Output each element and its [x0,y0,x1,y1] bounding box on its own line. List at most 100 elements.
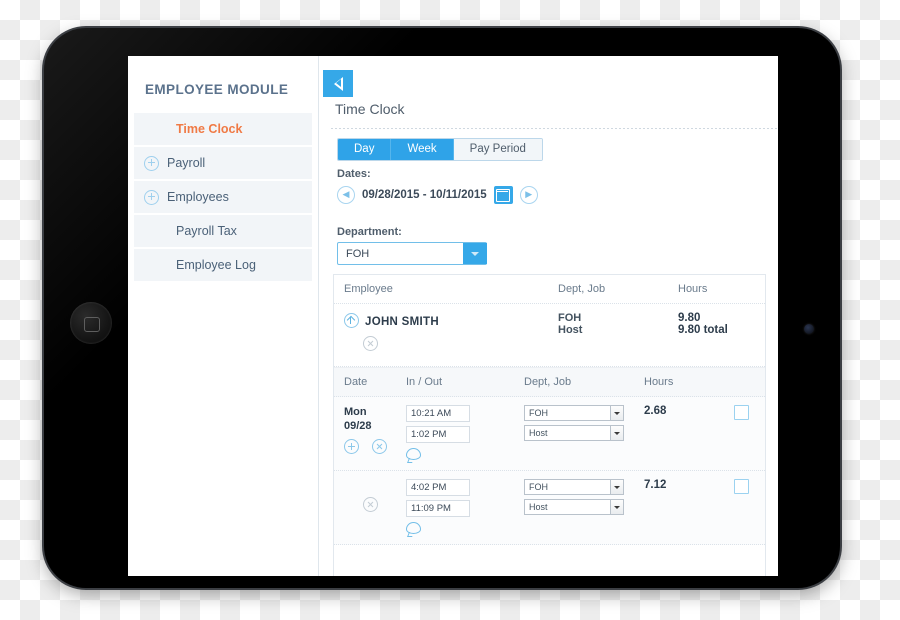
detail-table-header: Date In / Out Dept, Job Hours [334,367,765,397]
sidebar-item-time-clock[interactable]: Time Clock [134,113,312,145]
dates-label: Dates: [337,168,371,180]
sidebar-item-label: Employee Log [176,258,256,272]
job-select[interactable]: Host [524,499,624,515]
checkbox-cell [734,405,765,460]
detail-hours: 7.12 [644,479,667,491]
dept-select[interactable]: FOH [524,479,624,495]
dept-select[interactable]: FOH [524,405,624,421]
calendar-glyph [495,188,511,202]
dept-select-value: FOH [529,482,548,492]
column-header-dept-job: Dept, Job [524,376,572,388]
hours-cell: 9.80 9.80 total [678,312,765,356]
home-button[interactable] [70,302,112,344]
time-clock-table: Employee Dept, Job Hours JOHN SMITH FOH … [333,274,766,576]
caret-glyph [614,431,620,435]
close-circle-icon[interactable] [363,336,378,351]
page-title: EMPLOYEE MODULE [145,82,289,97]
caret-glyph [614,411,620,415]
arrow-right-circle-icon[interactable]: ▶ [519,186,538,204]
main-content: Time Clock Day Week Pay Period Dates: ◀ … [319,56,778,576]
department-select[interactable]: FOH [337,242,487,265]
caret-glyph [471,251,479,256]
time-in-input[interactable]: 10:21 AM [406,405,470,422]
chevron-down-icon[interactable] [610,500,623,514]
row-checkbox[interactable] [734,479,749,494]
dept-job-cell: FOH Host [524,405,644,460]
back-triangle-glyph [333,76,343,91]
sidebar-item-payroll[interactable]: Payroll [134,147,312,179]
tablet-screen: EMPLOYEE MODULE Time Clock Payroll Emplo… [128,56,778,576]
arrow-up-circle-icon[interactable] [344,313,359,329]
content-title: Time Clock [335,101,405,117]
comment-bubble-icon[interactable] [406,448,421,460]
tab-week[interactable]: Week [391,139,454,160]
time-out-input[interactable]: 1:02 PM [406,426,470,443]
hours-cell: 7.12 [644,479,734,534]
dept-job-cell: FOH Host [524,479,644,534]
comment-bubble-icon[interactable] [406,522,421,534]
hours-cell: 2.68 [644,405,734,460]
column-header-dept-job: Dept, Job [558,283,606,295]
column-header-hours: Hours [678,283,708,295]
close-circle-icon[interactable] [372,439,387,454]
screenshot-stage: EMPLOYEE MODULE Time Clock Payroll Emplo… [0,0,900,620]
home-button-glyph [84,316,100,332]
in-out-cell: 10:21 AM 1:02 PM [406,405,524,460]
dept-job-cell: FOH Host [558,312,678,356]
employee-hours: 9.80 [678,312,701,324]
calendar-icon[interactable] [493,186,513,204]
view-tabs: Day Week Pay Period [337,138,543,161]
employee-job: Host [558,324,583,336]
sidebar-item-employee-log[interactable]: Employee Log [134,249,312,281]
checkbox-cell [734,479,765,534]
chevron-down-icon[interactable] [610,480,623,494]
front-camera-icon [804,324,814,334]
detail-hours: 2.68 [644,405,667,417]
sidebar-item-label: Payroll Tax [176,224,237,238]
tab-day[interactable]: Day [338,139,392,160]
time-out-input[interactable]: 11:09 PM [406,500,470,517]
column-header-hours: Hours [644,376,674,388]
sidebar-item-label: Time Clock [176,122,243,136]
tablet-device: EMPLOYEE MODULE Time Clock Payroll Emplo… [44,28,840,588]
department-label: Department: [337,226,402,238]
job-select-value: Host [529,502,548,512]
department-value: FOH [346,247,370,260]
chevron-down-icon[interactable] [463,243,487,264]
time-in-input[interactable]: 4:02 PM [406,479,470,496]
employee-dept: FOH [558,312,582,324]
dept-select-value: FOH [529,408,548,418]
tab-pay-period[interactable]: Pay Period [453,139,542,160]
row-checkbox[interactable] [734,405,749,420]
sidebar-item-employees[interactable]: Employees [134,181,312,213]
sidebar: EMPLOYEE MODULE Time Clock Payroll Emplo… [128,56,319,576]
column-header-in-out: In / Out [406,376,443,388]
sidebar-item-payroll-tax[interactable]: Payroll Tax [134,215,312,247]
date-range-text: 09/28/2015 - 10/11/2015 [362,189,487,201]
job-select[interactable]: Host [524,425,624,441]
employee-cell: JOHN SMITH [334,312,440,356]
caret-glyph [614,485,620,489]
arrow-left-circle-icon[interactable]: ◀ [337,186,355,204]
close-circle-icon[interactable] [363,497,378,512]
employee-hours-total: 9.80 total [678,324,728,336]
chevron-down-icon[interactable] [610,426,623,440]
sidebar-list: Time Clock Payroll Employees Payroll Tax [128,113,318,281]
plus-icon [144,189,159,205]
sidebar-item-label: Employees [167,190,229,204]
column-header-employee: Employee [344,283,393,295]
back-arrow-icon[interactable] [323,70,353,97]
sidebar-item-label: Payroll [167,156,206,170]
plus-circle-icon[interactable] [344,439,359,454]
caret-glyph [614,505,620,509]
table-row: JOHN SMITH FOH Host 9.80 9.80 total [334,304,765,367]
table-row: 4:02 PM 11:09 PM FOH Host 7.12 [334,471,765,545]
employee-table-header: Employee Dept, Job Hours [334,275,765,304]
chevron-down-icon[interactable] [610,406,623,420]
date-navigator: ◀ 09/28/2015 - 10/11/2015 ▶ [337,186,538,204]
header-divider [331,128,778,129]
job-select-value: Host [529,428,548,438]
table-row: Mon 09/28 10:21 AM 1:02 PM FOH Host 2.68 [334,397,765,471]
plus-icon [144,155,159,171]
